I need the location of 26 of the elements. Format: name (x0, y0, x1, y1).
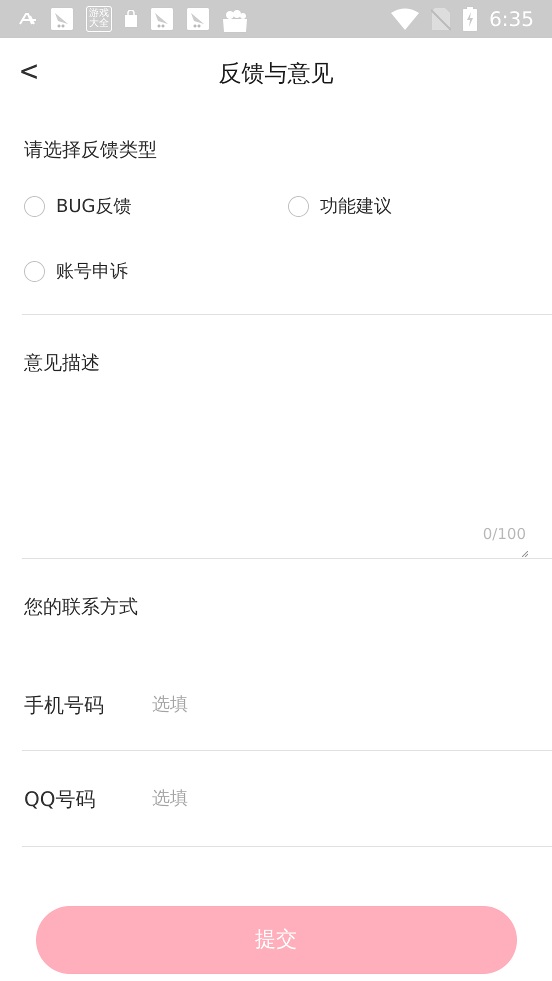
field-label: 意见描述 (24, 351, 100, 376)
radio-button[interactable] (288, 196, 309, 216)
page-title: 反馈与意见 (218, 60, 334, 89)
resize-handle-icon (522, 551, 528, 557)
option-label: 账号申诉 (56, 260, 128, 284)
section-label: 您的联系方式 (24, 594, 138, 620)
field-label: QQ号码 (23, 786, 96, 812)
shopping-bag-icon (124, 10, 138, 28)
notification-icon (18, 12, 38, 26)
option-label: 功能建议 (320, 194, 392, 218)
radio-button[interactable] (24, 196, 45, 216)
app-icon (150, 7, 174, 31)
input-field[interactable]: 选填 (152, 691, 552, 718)
input-field[interactable]: 选填 (152, 785, 552, 812)
section-label: 请选择反馈类型 (24, 138, 157, 163)
field-label: 手机号码 (23, 692, 105, 718)
radio-button[interactable] (24, 260, 45, 282)
battery-icon (463, 7, 478, 31)
app-icon (50, 7, 74, 31)
option-label: BUG反馈 (56, 194, 132, 218)
back-button[interactable]: < (20, 52, 38, 92)
wifi-icon (391, 8, 420, 30)
no-sim-icon (431, 7, 452, 31)
description-field[interactable]: 意见描述 0/100 (22, 315, 552, 559)
app-icon (186, 7, 210, 31)
character-counter: 0/100 (482, 524, 526, 545)
